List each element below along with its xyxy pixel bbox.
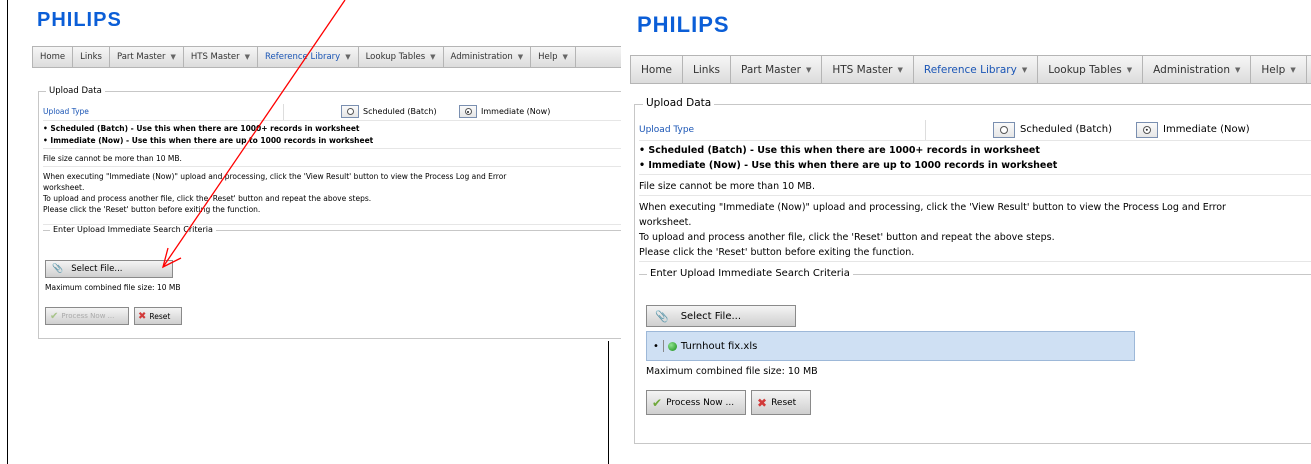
- select-file-button[interactable]: 📎 Select File...: [646, 305, 796, 327]
- nav-hts-master[interactable]: HTS Master ▼: [822, 56, 914, 83]
- process-now-button[interactable]: ✔ Process Now ...: [646, 390, 746, 415]
- nav-lookup-tables[interactable]: Lookup Tables ▼: [1038, 56, 1144, 83]
- annotation-arrow: [162, 0, 346, 269]
- nav-label: Reference Library: [923, 63, 1017, 76]
- criteria-title: Enter Upload Immediate Search Criteria: [647, 268, 853, 279]
- instr-1b: worksheet.: [639, 217, 692, 228]
- reset-button[interactable]: ✖ Reset: [751, 390, 811, 415]
- status-ok-icon: [667, 341, 677, 351]
- bullet-immediate: • Immediate (Now) - Use this when there …: [639, 160, 1058, 171]
- option-scheduled-label: Scheduled (Batch): [1020, 124, 1113, 135]
- radio-immediate[interactable]: [1136, 121, 1158, 138]
- nav-part-master[interactable]: Part Master ▼: [731, 56, 823, 83]
- nav-label: Lookup Tables: [1048, 63, 1122, 76]
- upload-type-row: Upload Type Scheduled (Batch) Immediate …: [639, 119, 1311, 141]
- screenshot-after: PHILIPS Home Links Part Master ▼ HTS Mast…: [622, 0, 1311, 464]
- chevron-down-icon: ▼: [805, 65, 812, 74]
- nav-label: Help: [1261, 63, 1286, 76]
- left-border: [7, 0, 8, 464]
- instr-1: When executing "Immediate (Now)" upload …: [639, 202, 1226, 213]
- nav-label: HTS Master: [832, 63, 893, 76]
- uploaded-file-item[interactable]: • Turnhout fix.xls: [646, 331, 1135, 361]
- chevron-down-icon: ▼: [1126, 65, 1133, 74]
- chevron-down-icon: ▼: [1235, 65, 1241, 74]
- screenshot-before: PHILIPS Home Links Part Master ▼ HTS Mast…: [0, 0, 621, 464]
- instructions: When executing "Immediate (Now)" upload …: [639, 198, 1311, 262]
- nav-label: Links: [693, 63, 720, 76]
- divider-line: [608, 341, 609, 464]
- bullet-scheduled: • Scheduled (Batch) - Use this when ther…: [639, 145, 1040, 156]
- chevron-down-icon: ▼: [1021, 65, 1028, 74]
- paperclip-icon: 📎: [655, 309, 669, 323]
- max-size-note: Maximum combined file size: 10 MB: [646, 366, 818, 377]
- option-immediate-label: Immediate (Now): [1163, 124, 1250, 135]
- instr-3: Please click the 'Reset' button before e…: [639, 247, 915, 258]
- checkmark-icon: ✔: [652, 395, 663, 410]
- nav-help[interactable]: Help ▼: [1251, 56, 1307, 83]
- main-nav: Home Links Part Master ▼ HTS Master ▼ Refe…: [630, 55, 1311, 84]
- nav-administration[interactable]: Administration ▼: [1143, 56, 1252, 83]
- nav-label: Administration: [1153, 63, 1231, 76]
- reset-x-icon: ✖: [757, 395, 768, 410]
- instr-2: To upload and process another file, clic…: [639, 232, 1055, 243]
- upload-data-section: Upload Data Upload Type Scheduled (Batch…: [634, 97, 1311, 444]
- file-name: Turnhout fix.xls: [680, 340, 758, 352]
- nav-label: Part Master: [741, 63, 801, 76]
- bullet: •: [653, 340, 659, 352]
- upload-type-label: Upload Type: [639, 124, 695, 135]
- section-title: Upload Data: [643, 97, 715, 109]
- radio-scheduled[interactable]: [993, 121, 1015, 138]
- chevron-down-icon: ▼: [897, 65, 903, 74]
- nav-reference-library[interactable]: Reference Library ▼: [914, 56, 1039, 83]
- size-note: File size cannot be more than 10 MB.: [639, 178, 1311, 196]
- bullets: • Scheduled (Batch) - Use this when ther…: [639, 143, 1311, 175]
- chevron-down-icon: ▼: [1290, 65, 1296, 74]
- criteria-section: Enter Upload Immediate Search Criteria 📎…: [639, 268, 1311, 444]
- nav-links[interactable]: Links: [683, 56, 731, 83]
- nav-home[interactable]: Home: [631, 56, 684, 83]
- philips-logo: PHILIPS: [637, 12, 730, 37]
- nav-label: Home: [641, 63, 673, 76]
